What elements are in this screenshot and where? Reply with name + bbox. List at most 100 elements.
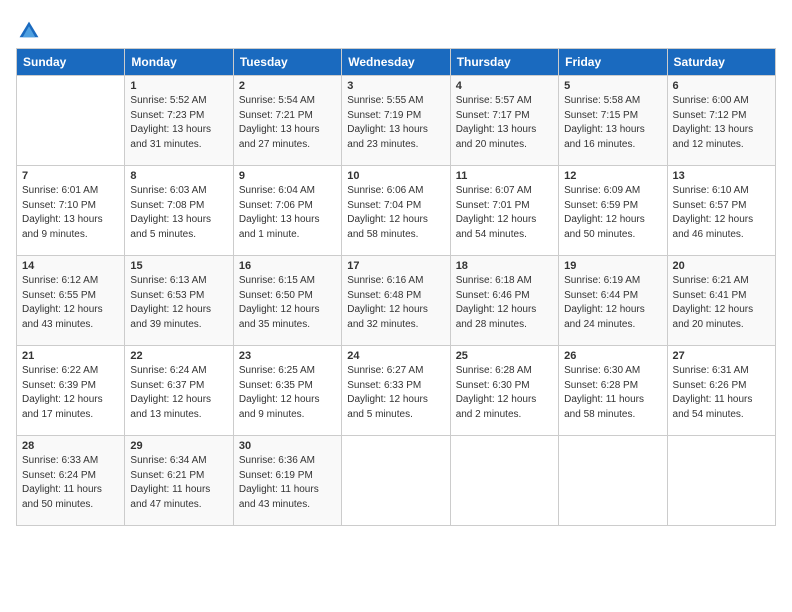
sunrise-text: Sunrise: 6:27 AM	[347, 365, 423, 376]
calendar-cell	[559, 436, 667, 526]
calendar-week-1: 1 Sunrise: 5:52 AMSunset: 7:23 PMDaylight…	[17, 76, 776, 166]
sunset-text: Sunset: 7:01 PM	[456, 200, 530, 211]
calendar-cell: 10 Sunrise: 6:06 AM Sunset: 7:04 PM Dayligh…	[342, 166, 450, 256]
day-number: 26	[564, 350, 661, 362]
sunset-text: Sunset: 7:04 PM	[347, 200, 421, 211]
calendar-cell: 22Sunrise: 6:24 AMSunset: 6:37 PMDayligh…	[125, 346, 233, 436]
calendar-header: SundayMondayTuesdayWednesdayThursdayFrid…	[17, 49, 776, 76]
day-number: 27	[673, 350, 770, 362]
day-info: Sunrise: 6:07 AMSunset: 7:01 PMDaylight:…	[456, 184, 553, 242]
sunrise-text: Sunrise: 6:03 AM	[130, 185, 206, 196]
calendar-cell: 16Sunrise: 6:15 AMSunset: 6:50 PMDayligh…	[233, 256, 341, 346]
day-number: 16	[239, 260, 336, 272]
weekday-row: SundayMondayTuesdayWednesdayThursdayFrid…	[17, 49, 776, 76]
day-info: Sunrise: 5:58 AMSunset: 7:15 PMDaylight:…	[564, 94, 661, 152]
day-info: Sunrise: 6:27 AM Sunset: 6:33 PM Daylight:…	[347, 364, 444, 422]
sunrise-text: Sunrise: 6:28 AM	[456, 365, 532, 376]
daylight-text: Daylight: 13 hours and 27 minutes.	[239, 124, 320, 150]
sunset-text: Sunset: 6:28 PM	[564, 380, 638, 391]
day-number: 18	[456, 260, 553, 272]
weekday-header-saturday: Saturday	[667, 49, 775, 76]
calendar-cell: 9Sunrise: 6:04 AMSunset: 7:06 PMDaylight…	[233, 166, 341, 256]
calendar-cell: 6Sunrise: 6:00 AMSunset: 7:12 PMDaylight…	[667, 76, 775, 166]
day-info: Sunrise: 5:52 AMSunset: 7:23 PMDaylight:…	[130, 94, 227, 152]
day-info: Sunrise: 6:22 AMSunset: 6:39 PMDaylight:…	[22, 364, 119, 422]
sunrise-text: Sunrise: 6:12 AM	[22, 275, 98, 286]
calendar-cell: 8Sunrise: 6:03 AMSunset: 7:08 PMDaylight…	[125, 166, 233, 256]
calendar-week-5: 28Sunrise: 6:33 AMSunset: 6:24 PMDayligh…	[17, 436, 776, 526]
daylight-text: Daylight: 11 hours and 50 minutes.	[22, 484, 102, 510]
sunrise-text: Sunrise: 5:55 AM	[347, 95, 423, 106]
day-number: 5	[564, 80, 661, 92]
calendar-cell: 4Sunrise: 5:57 AMSunset: 7:17 PMDaylight…	[450, 76, 558, 166]
calendar-cell: 25Sunrise: 6:28 AMSunset: 6:30 PMDayligh…	[450, 346, 558, 436]
daylight-text: Daylight: 13 hours and 31 minutes.	[130, 124, 211, 150]
sunset-text: Sunset: 7:17 PM	[456, 110, 530, 121]
daylight-text: Daylight: 12 hours and 28 minutes.	[456, 304, 537, 330]
calendar-cell: 28Sunrise: 6:33 AMSunset: 6:24 PMDayligh…	[17, 436, 125, 526]
calendar-table: SundayMondayTuesdayWednesdayThursdayFrid…	[16, 48, 776, 526]
sunrise-text: Sunrise: 6:13 AM	[130, 275, 206, 286]
day-info: Sunrise: 6:34 AMSunset: 6:21 PMDaylight:…	[130, 454, 227, 512]
sunrise-text: Sunrise: 6:30 AM	[564, 365, 640, 376]
day-info: Sunrise: 6:06 AM Sunset: 7:04 PM Daylight:…	[347, 184, 444, 242]
calendar-week-3: 14Sunrise: 6:12 AMSunset: 6:55 PMDayligh…	[17, 256, 776, 346]
day-info: Sunrise: 6:21 AMSunset: 6:41 PMDaylight:…	[673, 274, 770, 332]
day-info: Sunrise: 6:00 AMSunset: 7:12 PMDaylight:…	[673, 94, 770, 152]
daylight-text: Daylight: 11 hours and 43 minutes.	[239, 484, 319, 510]
day-info: Sunrise: 6:10 AMSunset: 6:57 PMDaylight:…	[673, 184, 770, 242]
day-number: 11	[456, 170, 553, 182]
calendar-cell: 23Sunrise: 6:25 AMSunset: 6:35 PMDayligh…	[233, 346, 341, 436]
day-number: 8	[130, 170, 227, 182]
sunset-text: Sunset: 6:39 PM	[22, 380, 96, 391]
day-info: Sunrise: 5:57 AMSunset: 7:17 PMDaylight:…	[456, 94, 553, 152]
sunset-text: Sunset: 6:33 PM	[347, 380, 421, 391]
sunrise-text: Sunrise: 5:54 AM	[239, 95, 315, 106]
calendar-cell: 15Sunrise: 6:13 AMSunset: 6:53 PMDayligh…	[125, 256, 233, 346]
weekday-header-tuesday: Tuesday	[233, 49, 341, 76]
day-info: Sunrise: 6:09 AMSunset: 6:59 PMDaylight:…	[564, 184, 661, 242]
day-number: 1	[130, 80, 227, 92]
calendar-cell: 30Sunrise: 6:36 AMSunset: 6:19 PMDayligh…	[233, 436, 341, 526]
day-info: Sunrise: 6:13 AMSunset: 6:53 PMDaylight:…	[130, 274, 227, 332]
daylight-text: Daylight: 11 hours and 58 minutes.	[564, 394, 644, 420]
daylight-text: Daylight: 13 hours and 23 minutes.	[347, 124, 428, 150]
day-info: Sunrise: 5:55 AM Sunset: 7:19 PM Daylight:…	[347, 94, 444, 152]
calendar-cell	[17, 76, 125, 166]
sunrise-text: Sunrise: 5:58 AM	[564, 95, 640, 106]
page-header	[16, 16, 776, 42]
daylight-text: Daylight: 13 hours and 20 minutes.	[456, 124, 537, 150]
sunrise-text: Sunrise: 6:34 AM	[130, 455, 206, 466]
day-number: 21	[22, 350, 119, 362]
sunrise-text: Sunrise: 6:09 AM	[564, 185, 640, 196]
day-number: 22	[130, 350, 227, 362]
calendar-cell: 5Sunrise: 5:58 AMSunset: 7:15 PMDaylight…	[559, 76, 667, 166]
sunrise-text: Sunrise: 5:52 AM	[130, 95, 206, 106]
daylight-text: Daylight: 12 hours and 46 minutes.	[673, 214, 754, 240]
calendar-cell: 20 Sunrise: 6:21 AMSunset: 6:41 PMDayligh…	[667, 256, 775, 346]
day-number: 10	[347, 170, 444, 182]
daylight-text: Daylight: 12 hours and 5 minutes.	[347, 394, 428, 420]
daylight-text: Daylight: 12 hours and 58 minutes.	[347, 214, 428, 240]
daylight-text: Daylight: 12 hours and 17 minutes.	[22, 394, 103, 420]
day-info: Sunrise: 6:19 AMSunset: 6:44 PMDaylight:…	[564, 274, 661, 332]
day-number: 30	[239, 440, 336, 452]
weekday-header-friday: Friday	[559, 49, 667, 76]
calendar-week-2: 7Sunrise: 6:01 AMSunset: 7:10 PMDaylight…	[17, 166, 776, 256]
sunset-text: Sunset: 7:15 PM	[564, 110, 638, 121]
calendar-cell	[667, 436, 775, 526]
calendar-cell: 29Sunrise: 6:34 AMSunset: 6:21 PMDayligh…	[125, 436, 233, 526]
day-number: 7	[22, 170, 119, 182]
sunset-text: Sunset: 6:50 PM	[239, 290, 313, 301]
weekday-header-wednesday: Wednesday	[342, 49, 450, 76]
day-number: 20	[673, 260, 770, 272]
day-info: Sunrise: 6:18 AMSunset: 6:46 PMDaylight:…	[456, 274, 553, 332]
calendar-body: 1 Sunrise: 5:52 AMSunset: 7:23 PMDaylight…	[17, 76, 776, 526]
sunrise-text: Sunrise: 6:06 AM	[347, 185, 423, 196]
daylight-text: Daylight: 12 hours and 35 minutes.	[239, 304, 320, 330]
sunset-text: Sunset: 7:19 PM	[347, 110, 421, 121]
daylight-text: Daylight: 12 hours and 39 minutes.	[130, 304, 211, 330]
day-info: Sunrise: 6:25 AMSunset: 6:35 PMDaylight:…	[239, 364, 336, 422]
day-info: Sunrise: 6:28 AMSunset: 6:30 PMDaylight:…	[456, 364, 553, 422]
day-info: Sunrise: 6:33 AMSunset: 6:24 PMDaylight:…	[22, 454, 119, 512]
